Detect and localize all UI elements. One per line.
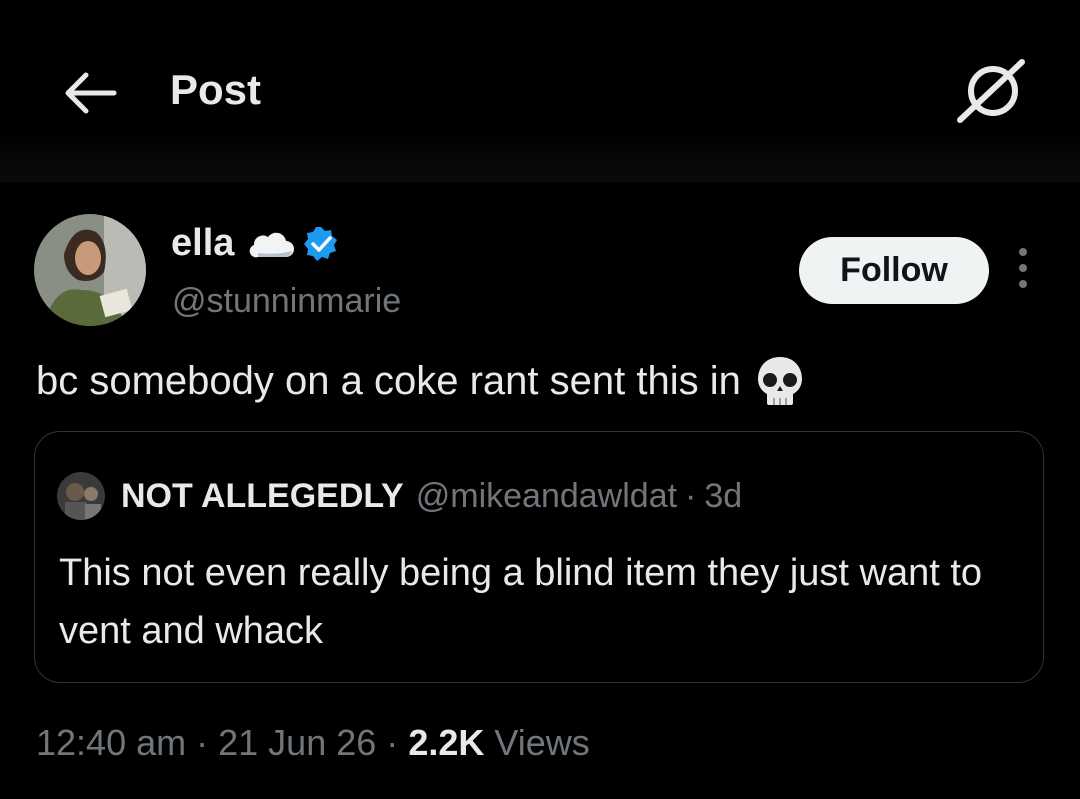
avatar[interactable]	[34, 214, 146, 326]
meta-separator: ·	[386, 722, 399, 763]
top-bar: Post	[0, 0, 1080, 182]
quoted-handle: @mikeandawldat	[415, 476, 678, 515]
post-date[interactable]: 21 Jun 26	[218, 722, 376, 763]
post-text: bc somebody on a coke rant sent this in	[36, 358, 741, 403]
more-options-button[interactable]	[1012, 248, 1034, 294]
views-label: Views	[494, 722, 590, 763]
skull-icon	[757, 357, 802, 405]
post-time[interactable]: 12:40 am	[36, 722, 186, 763]
back-button[interactable]	[62, 70, 118, 116]
quoted-avatar[interactable]	[57, 472, 105, 520]
quoted-avatar-image	[57, 472, 105, 520]
author-handle[interactable]: @stunninmarie	[172, 282, 401, 321]
post-meta: 12:40 am · 21 Jun 26 · 2.2K Views	[36, 722, 590, 764]
header-fade	[0, 130, 1080, 182]
quoted-text: This not even really being a blind item …	[59, 552, 983, 652]
quoted-separator: ·	[685, 476, 697, 515]
author-display-name[interactable]: ella	[171, 222, 234, 265]
more-vertical-icon-dot	[1019, 264, 1027, 272]
views-count[interactable]: 2.2K	[408, 722, 484, 763]
quoted-post-header: NOT ALLEGEDLY @mikeandawldat · 3d	[57, 472, 742, 520]
follow-button[interactable]: Follow	[799, 237, 989, 304]
page-title: Post	[170, 66, 262, 113]
avatar-image	[34, 214, 146, 326]
quoted-post[interactable]: NOT ALLEGEDLY @mikeandawldat · 3d This n…	[34, 431, 1044, 683]
grok-button[interactable]	[956, 58, 1026, 124]
more-vertical-icon-dot	[1019, 280, 1027, 288]
grok-icon	[957, 59, 1025, 123]
quoted-display-name: NOT ALLEGEDLY	[121, 476, 404, 515]
quoted-timestamp: 3d	[704, 476, 743, 515]
meta-separator: ·	[196, 722, 209, 763]
verified-badge-icon	[304, 226, 338, 261]
arrow-left-icon	[65, 72, 117, 114]
post-body: bc somebody on a coke rant sent this in	[36, 355, 805, 407]
author-name-row: ella	[171, 222, 340, 265]
cloud-icon	[250, 232, 295, 257]
more-vertical-icon	[1019, 248, 1027, 256]
